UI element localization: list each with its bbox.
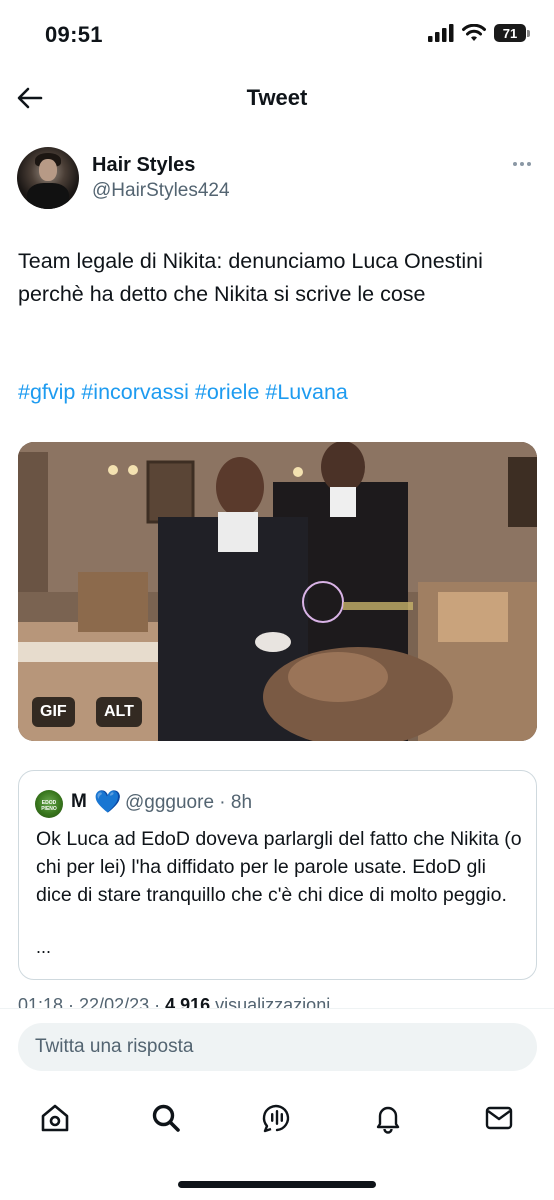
reply-input[interactable]: Twitta una risposta [18,1023,537,1071]
avatar[interactable] [17,147,79,209]
quoted-tweet[interactable]: EDOD PIENO M 💙 @ggguore · 8h Ok Luca ad … [18,770,537,980]
gif-frame-image [18,442,537,741]
tweet-hashtags[interactable]: #gfvip #incorvassi #oriele #Luvana [18,376,533,409]
signal-icon [428,24,454,42]
nav-spaces[interactable] [257,1098,297,1138]
quoted-author-name: M [71,791,87,812]
status-bar: 09:51 71 [0,0,554,70]
gif-badge: GIF [32,697,75,727]
author-handle[interactable]: @HairStyles424 [92,180,230,202]
notifications-icon [376,1106,400,1134]
more-options-button[interactable] [508,152,536,176]
quoted-author-handle: @ggguore · 8h [125,792,253,813]
more-dot-icon [513,162,517,166]
spaces-icon [262,1104,290,1133]
home-icon [41,1104,69,1132]
quoted-avatar-text: EDOD PIENO [41,800,57,812]
search-icon [152,1104,180,1132]
wifi-icon [462,24,486,41]
messages-icon [485,1106,513,1130]
battery-icon: 71 [494,24,530,42]
nav-search[interactable] [146,1098,186,1138]
reply-placeholder: Twitta una risposta [35,1036,194,1057]
author-name[interactable]: Hair Styles [92,154,195,177]
more-dot-icon [520,162,524,166]
status-icons: 71 [428,24,530,42]
status-time: 09:51 [45,22,103,47]
home-indicator[interactable] [178,1181,376,1188]
page-title: Tweet [246,85,308,110]
bottom-nav [0,1088,554,1200]
quoted-tweet-text: Ok Luca ad EdoD doveva parlargli del fat… [36,828,522,906]
reply-area: Twitta una risposta [0,1008,554,1088]
quoted-avatar: EDOD PIENO [35,790,63,818]
tweet-text: Team legale di Nikita: denunciamo Luca O… [18,249,483,306]
alt-badge[interactable]: ALT [96,697,142,727]
tweet-author: Hair Styles @HairStyles424 [16,146,538,212]
blue-heart-emoji: 💙 [94,789,122,814]
battery-level: 71 [494,24,526,42]
header: Tweet [0,72,554,124]
nav-home[interactable] [35,1098,75,1138]
tweet-gif-media[interactable]: GIF ALT [18,442,537,741]
nav-messages[interactable] [479,1098,519,1138]
nav-notifications[interactable] [368,1098,408,1138]
quoted-ellipsis: ... [36,937,52,957]
more-dot-icon [527,162,531,166]
